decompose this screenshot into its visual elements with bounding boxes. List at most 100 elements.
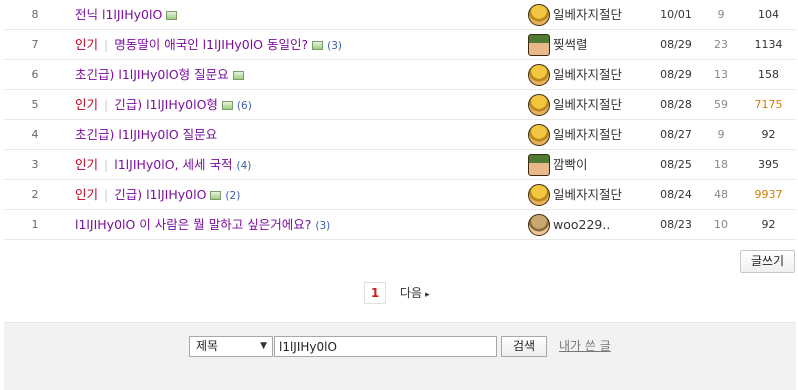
image-attached-icon bbox=[166, 11, 178, 20]
post-likes: 7175 bbox=[754, 98, 783, 111]
writer-name: woo229.. bbox=[553, 217, 611, 232]
post-number: 6 bbox=[31, 68, 39, 81]
post-title-cell[interactable]: l1lJIHy0lO 이 사람은 뭘 말하고 싶은거에요? (3) bbox=[75, 210, 525, 240]
writer-name: 일베자지절단 bbox=[553, 97, 623, 112]
writer-name: 찢썩렬 bbox=[553, 37, 588, 52]
post-title[interactable]: 초긴급) l1lJIHy0lO 질문요 bbox=[75, 127, 217, 142]
post-title-cell[interactable]: 초긴급) l1lJIHy0lO형 질문요 bbox=[75, 60, 525, 90]
post-date: 08/24 bbox=[660, 188, 692, 201]
post-likes: 9937 bbox=[754, 188, 783, 201]
post-number: 1 bbox=[31, 218, 39, 231]
post-title-cell[interactable]: 인기 | 긴급) l1lJIHy0lO형 (6) bbox=[75, 90, 525, 120]
avatar-icon bbox=[528, 184, 550, 206]
post-views: 13 bbox=[714, 68, 728, 81]
post-title-cell[interactable]: 전닉 l1lJIHy0lO bbox=[75, 0, 525, 30]
search-button[interactable]: 검색 bbox=[501, 336, 547, 357]
post-title-cell[interactable]: 인기 | 명동딸이 애국인 l1lJIHy0lO 동일인? (3) bbox=[75, 30, 525, 60]
post-writer[interactable]: 일베자지절단 bbox=[528, 120, 648, 150]
tag-separator: | bbox=[104, 37, 109, 52]
post-number: 2 bbox=[31, 188, 39, 201]
popular-tag: 인기 bbox=[75, 37, 99, 52]
search-input[interactable] bbox=[274, 336, 497, 357]
post-title-cell[interactable]: 초긴급) l1lJIHy0lO 질문요 bbox=[75, 120, 525, 150]
next-arrow-icon: ▸ bbox=[425, 290, 430, 300]
my-posts-link[interactable]: 내가 쓴 글 bbox=[559, 336, 611, 357]
post-writer[interactable]: 일베자지절단 bbox=[528, 0, 648, 30]
post-views: 10 bbox=[714, 218, 728, 231]
post-title[interactable]: 긴급) l1lJIHy0lO형 bbox=[114, 97, 218, 112]
post-likes: 395 bbox=[758, 158, 779, 171]
page-current[interactable]: 1 bbox=[364, 281, 386, 304]
post-title[interactable]: l1lJIHy0lO, 세세 국적 bbox=[114, 157, 232, 172]
popular-tag: 인기 bbox=[75, 157, 99, 172]
next-page-link[interactable]: 다음 ▸ bbox=[400, 284, 430, 301]
pagination: 1 다음 ▸ bbox=[364, 281, 430, 304]
post-writer[interactable]: 찢썩렬 bbox=[528, 30, 648, 60]
post-title-cell[interactable]: 인기 | 긴급) l1lJIHy0lO (2) bbox=[75, 180, 525, 210]
post-writer[interactable]: 깜빡이 bbox=[528, 150, 648, 180]
post-writer[interactable]: 일베자지절단 bbox=[528, 180, 648, 210]
post-title-cell[interactable]: 인기 | l1lJIHy0lO, 세세 국적 (4) bbox=[75, 150, 525, 180]
post-row: 1 l1lJIHy0lO 이 사람은 뭘 말하고 싶은거에요? (3) woo229.… bbox=[4, 210, 796, 240]
post-date: 08/29 bbox=[660, 38, 692, 51]
post-number: 7 bbox=[31, 38, 39, 51]
avatar-icon bbox=[528, 94, 550, 116]
post-title[interactable]: 명동딸이 애국인 l1lJIHy0lO 동일인? bbox=[114, 37, 308, 52]
popular-tag: 인기 bbox=[75, 97, 99, 112]
tag-separator: | bbox=[104, 187, 109, 202]
post-title[interactable]: l1lJIHy0lO 이 사람은 뭘 말하고 싶은거에요? bbox=[75, 217, 311, 232]
search-field-select[interactable]: 제목 ▼ bbox=[189, 336, 273, 357]
post-likes: 92 bbox=[761, 128, 776, 141]
search-bar: 제목 ▼ 검색 내가 쓴 글 bbox=[4, 322, 796, 390]
comment-count[interactable]: (2) bbox=[225, 190, 240, 202]
post-list: 8 전닉 l1lJIHy0lO 일베자지절단 10/01 9 104 7 인기 | 명동딸이 애국… bbox=[4, 0, 796, 240]
post-number: 3 bbox=[31, 158, 39, 171]
post-row: 2 인기 | 긴급) l1lJIHy0lO (2) 일베자지절단 08/24 48 9937 bbox=[4, 180, 796, 210]
writer-name: 일베자지절단 bbox=[553, 7, 623, 22]
avatar-icon bbox=[528, 34, 550, 56]
post-views: 9 bbox=[717, 8, 725, 21]
post-date: 10/01 bbox=[660, 8, 692, 21]
comment-count[interactable]: (6) bbox=[237, 100, 252, 112]
image-attached-icon bbox=[312, 41, 324, 50]
post-likes: 1134 bbox=[754, 38, 783, 51]
post-number: 5 bbox=[31, 98, 39, 111]
post-views: 48 bbox=[714, 188, 728, 201]
writer-name: 깜빡이 bbox=[553, 157, 588, 172]
post-date: 08/23 bbox=[660, 218, 692, 231]
post-row: 6 초긴급) l1lJIHy0lO형 질문요 일베자지절단 08/29 13 158 bbox=[4, 60, 796, 90]
post-title[interactable]: 전닉 l1lJIHy0lO bbox=[75, 7, 162, 22]
post-row: 8 전닉 l1lJIHy0lO 일베자지절단 10/01 9 104 bbox=[4, 0, 796, 30]
post-date: 08/29 bbox=[660, 68, 692, 81]
post-views: 18 bbox=[714, 158, 728, 171]
popular-tag: 인기 bbox=[75, 187, 99, 202]
avatar-icon bbox=[528, 124, 550, 146]
post-date: 08/25 bbox=[660, 158, 692, 171]
post-writer[interactable]: 일베자지절단 bbox=[528, 60, 648, 90]
post-likes: 104 bbox=[758, 8, 779, 21]
comment-count[interactable]: (4) bbox=[237, 160, 252, 172]
comment-count[interactable]: (3) bbox=[327, 40, 342, 52]
image-attached-icon bbox=[210, 191, 222, 200]
post-row: 7 인기 | 명동딸이 애국인 l1lJIHy0lO 동일인? (3) 찢썩렬 08/29 2… bbox=[4, 30, 796, 60]
image-attached-icon bbox=[232, 71, 244, 80]
avatar-icon bbox=[528, 64, 550, 86]
post-row: 3 인기 | l1lJIHy0lO, 세세 국적 (4) 깜빡이 08/25 18 395 bbox=[4, 150, 796, 180]
post-writer[interactable]: 일베자지절단 bbox=[528, 90, 648, 120]
post-row: 4 초긴급) l1lJIHy0lO 질문요 일베자지절단 08/27 9 92 bbox=[4, 120, 796, 150]
search-field-value: 제목 bbox=[196, 339, 219, 353]
post-row: 5 인기 | 긴급) l1lJIHy0lO형 (6) 일베자지절단 08/28 59 7175 bbox=[4, 90, 796, 120]
post-title[interactable]: 초긴급) l1lJIHy0lO형 질문요 bbox=[75, 67, 229, 82]
post-date: 08/28 bbox=[660, 98, 692, 111]
write-button[interactable]: 글쓰기 bbox=[740, 250, 795, 273]
writer-name: 일베자지절단 bbox=[553, 67, 623, 82]
post-views: 23 bbox=[714, 38, 728, 51]
post-title[interactable]: 긴급) l1lJIHy0lO bbox=[114, 187, 206, 202]
avatar-icon bbox=[528, 4, 550, 26]
chevron-down-icon: ▼ bbox=[260, 341, 267, 351]
writer-name: 일베자지절단 bbox=[553, 127, 623, 142]
post-number: 8 bbox=[31, 8, 39, 21]
post-writer[interactable]: woo229.. bbox=[528, 210, 648, 240]
comment-count[interactable]: (3) bbox=[315, 220, 330, 232]
avatar-icon bbox=[528, 214, 550, 236]
